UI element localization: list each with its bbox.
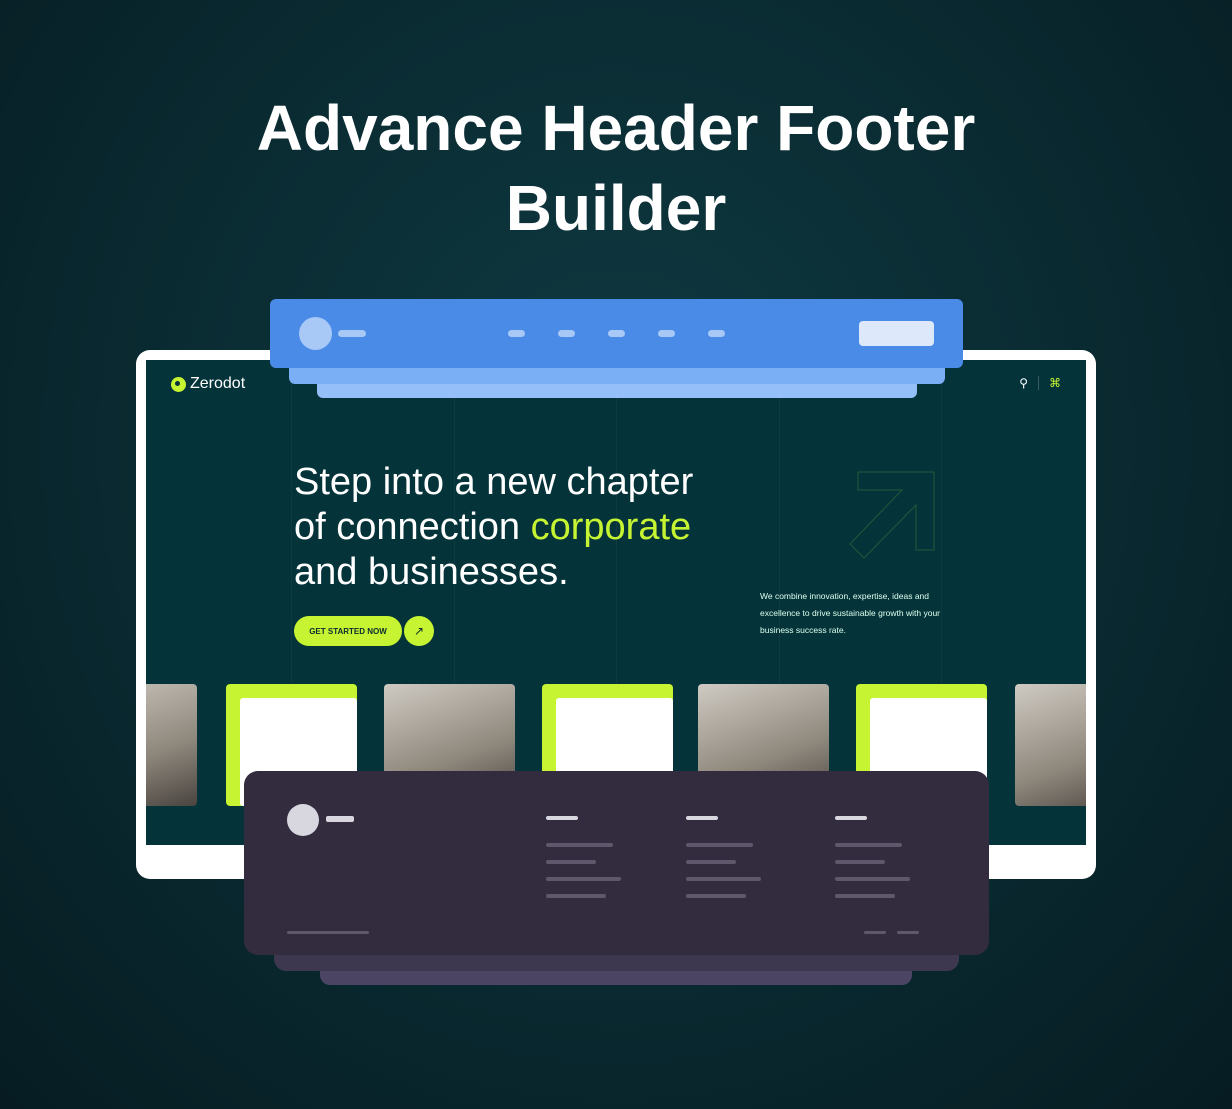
- carousel-photo[interactable]: [1015, 684, 1086, 806]
- divider: [1038, 376, 1039, 390]
- button-placeholder: [859, 321, 934, 346]
- avatar-placeholder: [299, 317, 332, 350]
- site-logo[interactable]: Zerodot: [171, 375, 245, 393]
- grid-icon[interactable]: ⌘: [1049, 376, 1061, 390]
- page-title: Advance Header Footer Builder: [256, 92, 976, 244]
- arrow-up-right-icon[interactable]: ↗: [404, 616, 434, 646]
- avatar-placeholder: [287, 804, 319, 836]
- logo-icon: [171, 376, 186, 392]
- carousel-photo[interactable]: [146, 684, 197, 806]
- hero-heading: Step into a new chapter of connection co…: [294, 461, 694, 593]
- hero-description: We combine innovation, expertise, ideas …: [760, 591, 941, 635]
- search-icon[interactable]: ⚲: [1019, 376, 1028, 390]
- decorative-arrow-icon: [849, 471, 935, 559]
- get-started-button[interactable]: GET STARTED NOW: [294, 616, 402, 646]
